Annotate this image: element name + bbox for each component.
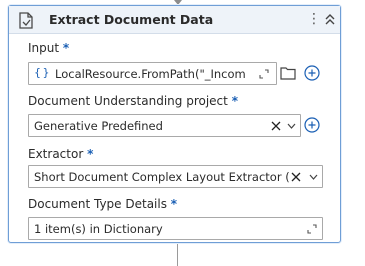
activity-title: Extract Document Data [49, 12, 214, 27]
expand-editor-icon[interactable] [259, 69, 269, 79]
required-marker: * [231, 94, 238, 108]
extractor-label: Extractor * [28, 147, 94, 161]
input-value: LocalResource.FromPath("_Incom [55, 67, 246, 81]
du-project-value: Generative Predefined [34, 119, 163, 133]
du-project-select[interactable]: Generative Predefined [28, 114, 301, 137]
expression-braces-icon: { } [34, 66, 49, 79]
document-extract-icon [19, 12, 33, 29]
plus-circle-icon[interactable] [304, 117, 320, 133]
more-options-icon[interactable]: ⋮ [307, 10, 321, 28]
expand-editor-icon[interactable] [307, 224, 317, 234]
extract-document-data-activity[interactable]: Extract Document Data ⋮ Input * { } Loca… [8, 5, 341, 243]
activity-header[interactable]: Extract Document Data ⋮ [9, 6, 340, 34]
doc-type-details-field[interactable]: 1 item(s) in Dictionary [28, 217, 323, 240]
required-marker: * [62, 41, 70, 55]
input-label: Input * [28, 41, 70, 55]
designer-canvas: Extract Document Data ⋮ Input * { } Loca… [0, 0, 365, 266]
double-chevron-up-icon[interactable] [324, 12, 336, 26]
extractor-select[interactable]: Short Document Complex Layout Extractor … [28, 165, 323, 188]
close-icon[interactable] [271, 121, 281, 131]
close-icon[interactable] [291, 172, 301, 182]
outgoing-connector-line [177, 244, 178, 266]
folder-icon[interactable] [280, 66, 296, 80]
du-project-label: Document Understanding project * [28, 94, 238, 108]
doc-type-details-value: 1 item(s) in Dictionary [34, 222, 163, 236]
chevron-down-icon[interactable] [287, 123, 296, 129]
input-field[interactable]: { } LocalResource.FromPath("_Incom [28, 62, 277, 85]
required-marker: * [87, 147, 94, 161]
plus-circle-icon[interactable] [304, 65, 320, 81]
required-marker: * [170, 197, 178, 211]
doc-type-details-label: Document Type Details * [28, 197, 178, 211]
extractor-value: Short Document Complex Layout Extractor … [34, 170, 289, 184]
chevron-down-icon[interactable] [309, 174, 318, 180]
